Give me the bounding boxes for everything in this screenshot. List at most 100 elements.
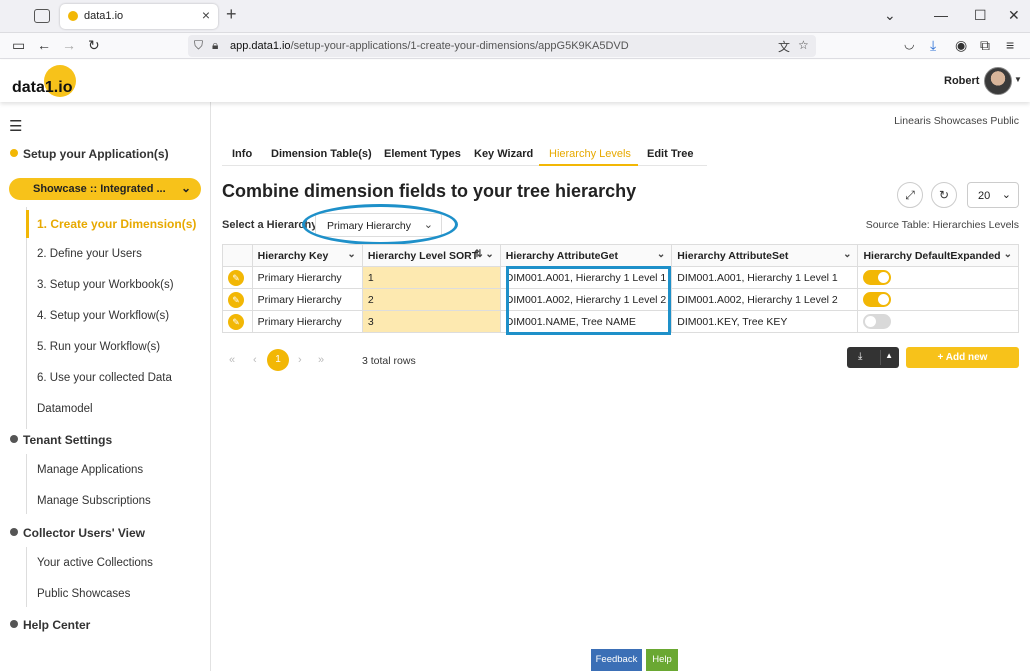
refresh-icon[interactable]: ↻ [931, 182, 957, 208]
user-name[interactable]: Robert [944, 75, 979, 87]
back-icon[interactable]: ← [37, 37, 51, 53]
help-button[interactable]: Help [646, 649, 678, 671]
expand-icon[interactable]: ⤢ [897, 182, 923, 208]
bookmark-star-icon[interactable]: ☆ [798, 38, 809, 52]
extensions-icon[interactable]: ⧉ [980, 37, 990, 54]
shield-icon[interactable]: ⛉ [194, 38, 203, 53]
cell-attribute-set[interactable]: DIM001.A001, Hierarchy 1 Level 1 [671, 266, 859, 289]
forward-icon[interactable]: → [62, 37, 76, 53]
sidebar-toggle-icon[interactable]: ▭ [12, 37, 25, 54]
translate-icon[interactable]: 文 [778, 38, 790, 55]
logo[interactable]: data1.io [12, 79, 72, 97]
tab-history-icon[interactable] [34, 9, 50, 23]
sidebar-item-create-dimensions[interactable]: 1. Create your Dimension(s) [37, 217, 196, 231]
cell-attribute-get[interactable]: DIM001.A002, Hierarchy 1 Level 2 [499, 288, 673, 311]
showcase-dropdown[interactable]: Showcase :: Integrated ... ⌄ [9, 178, 201, 200]
sidebar-item-public-showcases[interactable]: Public Showcases [37, 588, 130, 600]
section-help[interactable]: Help Center [10, 618, 90, 632]
sidebar-item-manage-subscriptions[interactable]: Manage Subscriptions [37, 495, 151, 507]
toggle-knob [865, 316, 877, 327]
close-window-icon[interactable]: ✕ [1008, 7, 1020, 24]
edit-icon[interactable]: ✎ [228, 291, 244, 308]
sidebar-item-setup-workbooks[interactable]: 3. Setup your Workbook(s) [37, 279, 174, 291]
minimize-icon[interactable]: — [934, 7, 948, 23]
column-header-sort[interactable]: Hierarchy Level SORT ⇅ ⌄ [361, 244, 501, 267]
sidebar-item-active-collections[interactable]: Your active Collections [37, 557, 153, 569]
active-indicator [26, 210, 29, 238]
pocket-icon[interactable]: ◡ [904, 37, 914, 51]
column-header-attribute-get[interactable]: Hierarchy AttributeGet ⌄ [499, 244, 673, 267]
section-collector[interactable]: Collector Users' View [10, 526, 145, 540]
lock-icon[interactable]: 🔒︎ [212, 38, 218, 53]
default-expanded-toggle[interactable] [863, 314, 892, 329]
chevron-down-icon[interactable]: ⌄ [843, 249, 851, 260]
hierarchy-select[interactable]: Primary Hierarchy ⌄ [315, 213, 442, 237]
column-header-default-expanded[interactable]: Hierarchy DefaultExpanded ⌄ [857, 244, 1019, 267]
cell-attribute-set[interactable]: DIM001.KEY, Tree KEY [671, 310, 859, 333]
last-page-icon[interactable]: » [318, 354, 324, 366]
page-size-select[interactable]: 20 ⌄ [967, 182, 1019, 208]
add-new-button[interactable]: + Add new [906, 347, 1019, 368]
prev-page-icon[interactable]: ‹ [253, 354, 257, 366]
tab-info[interactable]: Info [232, 148, 252, 160]
cell-sort[interactable]: 1 [361, 266, 501, 289]
default-expanded-toggle[interactable] [863, 292, 892, 307]
sidebar-item-manage-applications[interactable]: Manage Applications [37, 464, 143, 476]
tab-hierarchy-levels[interactable]: Hierarchy Levels [549, 148, 631, 160]
chevron-down-icon[interactable]: ⌄ [657, 249, 665, 260]
sidebar-item-datamodel[interactable]: Datamodel [37, 403, 93, 415]
section-collector-label: Collector Users' View [23, 526, 146, 540]
account-icon[interactable]: ◉ [955, 37, 967, 54]
chevron-down-icon[interactable]: ⌄ [347, 249, 355, 260]
maximize-icon[interactable]: ☐ [974, 7, 987, 24]
download-button[interactable]: ⤓ ▲ [847, 347, 899, 368]
edit-icon[interactable]: ✎ [228, 313, 244, 330]
download-icon: ⤓ [858, 351, 863, 362]
browser-tab[interactable]: data1.io × [60, 4, 218, 29]
column-header-attribute-set[interactable]: Hierarchy AttributeSet ⌄ [671, 244, 859, 267]
section-tenant[interactable]: Tenant Settings [10, 433, 112, 447]
column-header-key[interactable]: Hierarchy Key ⌄ [251, 244, 363, 267]
sidebar-item-setup-workflows[interactable]: 4. Setup your Workflow(s) [37, 310, 169, 322]
showcase-label: Showcase :: Integrated ... [33, 183, 166, 195]
row-actions: ✎ [222, 266, 253, 289]
chevron-down-icon[interactable]: ⌄ [1004, 249, 1012, 260]
cell-sort[interactable]: 2 [361, 288, 501, 311]
menu-icon[interactable]: ≡ [1006, 37, 1014, 53]
next-page-icon[interactable]: › [298, 354, 302, 366]
section-tenant-label: Tenant Settings [23, 433, 113, 447]
avatar[interactable] [984, 67, 1012, 95]
cell-attribute-set[interactable]: DIM001.A002, Hierarchy 1 Level 2 [671, 288, 859, 311]
close-tab-icon[interactable]: × [202, 7, 210, 23]
cell-key[interactable]: Primary Hierarchy [251, 266, 363, 289]
edit-icon[interactable]: ✎ [228, 269, 244, 286]
default-expanded-toggle[interactable] [863, 270, 892, 285]
tab-key-wizard[interactable]: Key Wizard [474, 148, 533, 160]
chevron-down-icon[interactable]: ⌄ [884, 7, 896, 24]
tree-line [26, 207, 27, 429]
section-setup[interactable]: Setup your Application(s) [10, 147, 169, 161]
feedback-button[interactable]: Feedback [591, 649, 642, 671]
first-page-icon[interactable]: « [229, 354, 235, 366]
cell-key[interactable]: Primary Hierarchy [251, 310, 363, 333]
sort-asc-icon[interactable]: ⇅ ⌄ [474, 249, 494, 260]
new-tab-icon[interactable]: + [226, 4, 237, 25]
download-icon[interactable]: ⤓ [930, 37, 936, 54]
caret-down-icon[interactable]: ▼ [1014, 75, 1022, 84]
hamburger-icon[interactable]: ☰ [9, 117, 22, 135]
tab-edit-tree[interactable]: Edit Tree [647, 148, 693, 160]
cell-sort[interactable]: 3 [361, 310, 501, 333]
reload-icon[interactable]: ↻ [88, 37, 100, 54]
cell-key[interactable]: Primary Hierarchy [251, 288, 363, 311]
sidebar-item-define-users[interactable]: 2. Define your Users [37, 248, 142, 260]
address-bar[interactable]: ⛉ 🔒︎ app.data1.io/setup-your-application… [188, 35, 816, 57]
current-page[interactable]: 1 [267, 349, 289, 371]
tab-dimension-tables[interactable]: Dimension Table(s) [271, 148, 372, 160]
cell-attribute-get[interactable]: DIM001.NAME, Tree NAME [499, 310, 673, 333]
cell-attribute-get[interactable]: DIM001.A001, Hierarchy 1 Level 1 [499, 266, 673, 289]
tab-element-types[interactable]: Element Types [384, 148, 461, 160]
sidebar-item-run-workflows[interactable]: 5. Run your Workflow(s) [37, 341, 160, 353]
main-content: Linearis Showcases Public Info Dimension… [212, 102, 1030, 671]
sidebar-item-collected-data[interactable]: 6. Use your collected Data [37, 372, 172, 384]
caret-up-icon[interactable]: ▲ [885, 351, 893, 360]
